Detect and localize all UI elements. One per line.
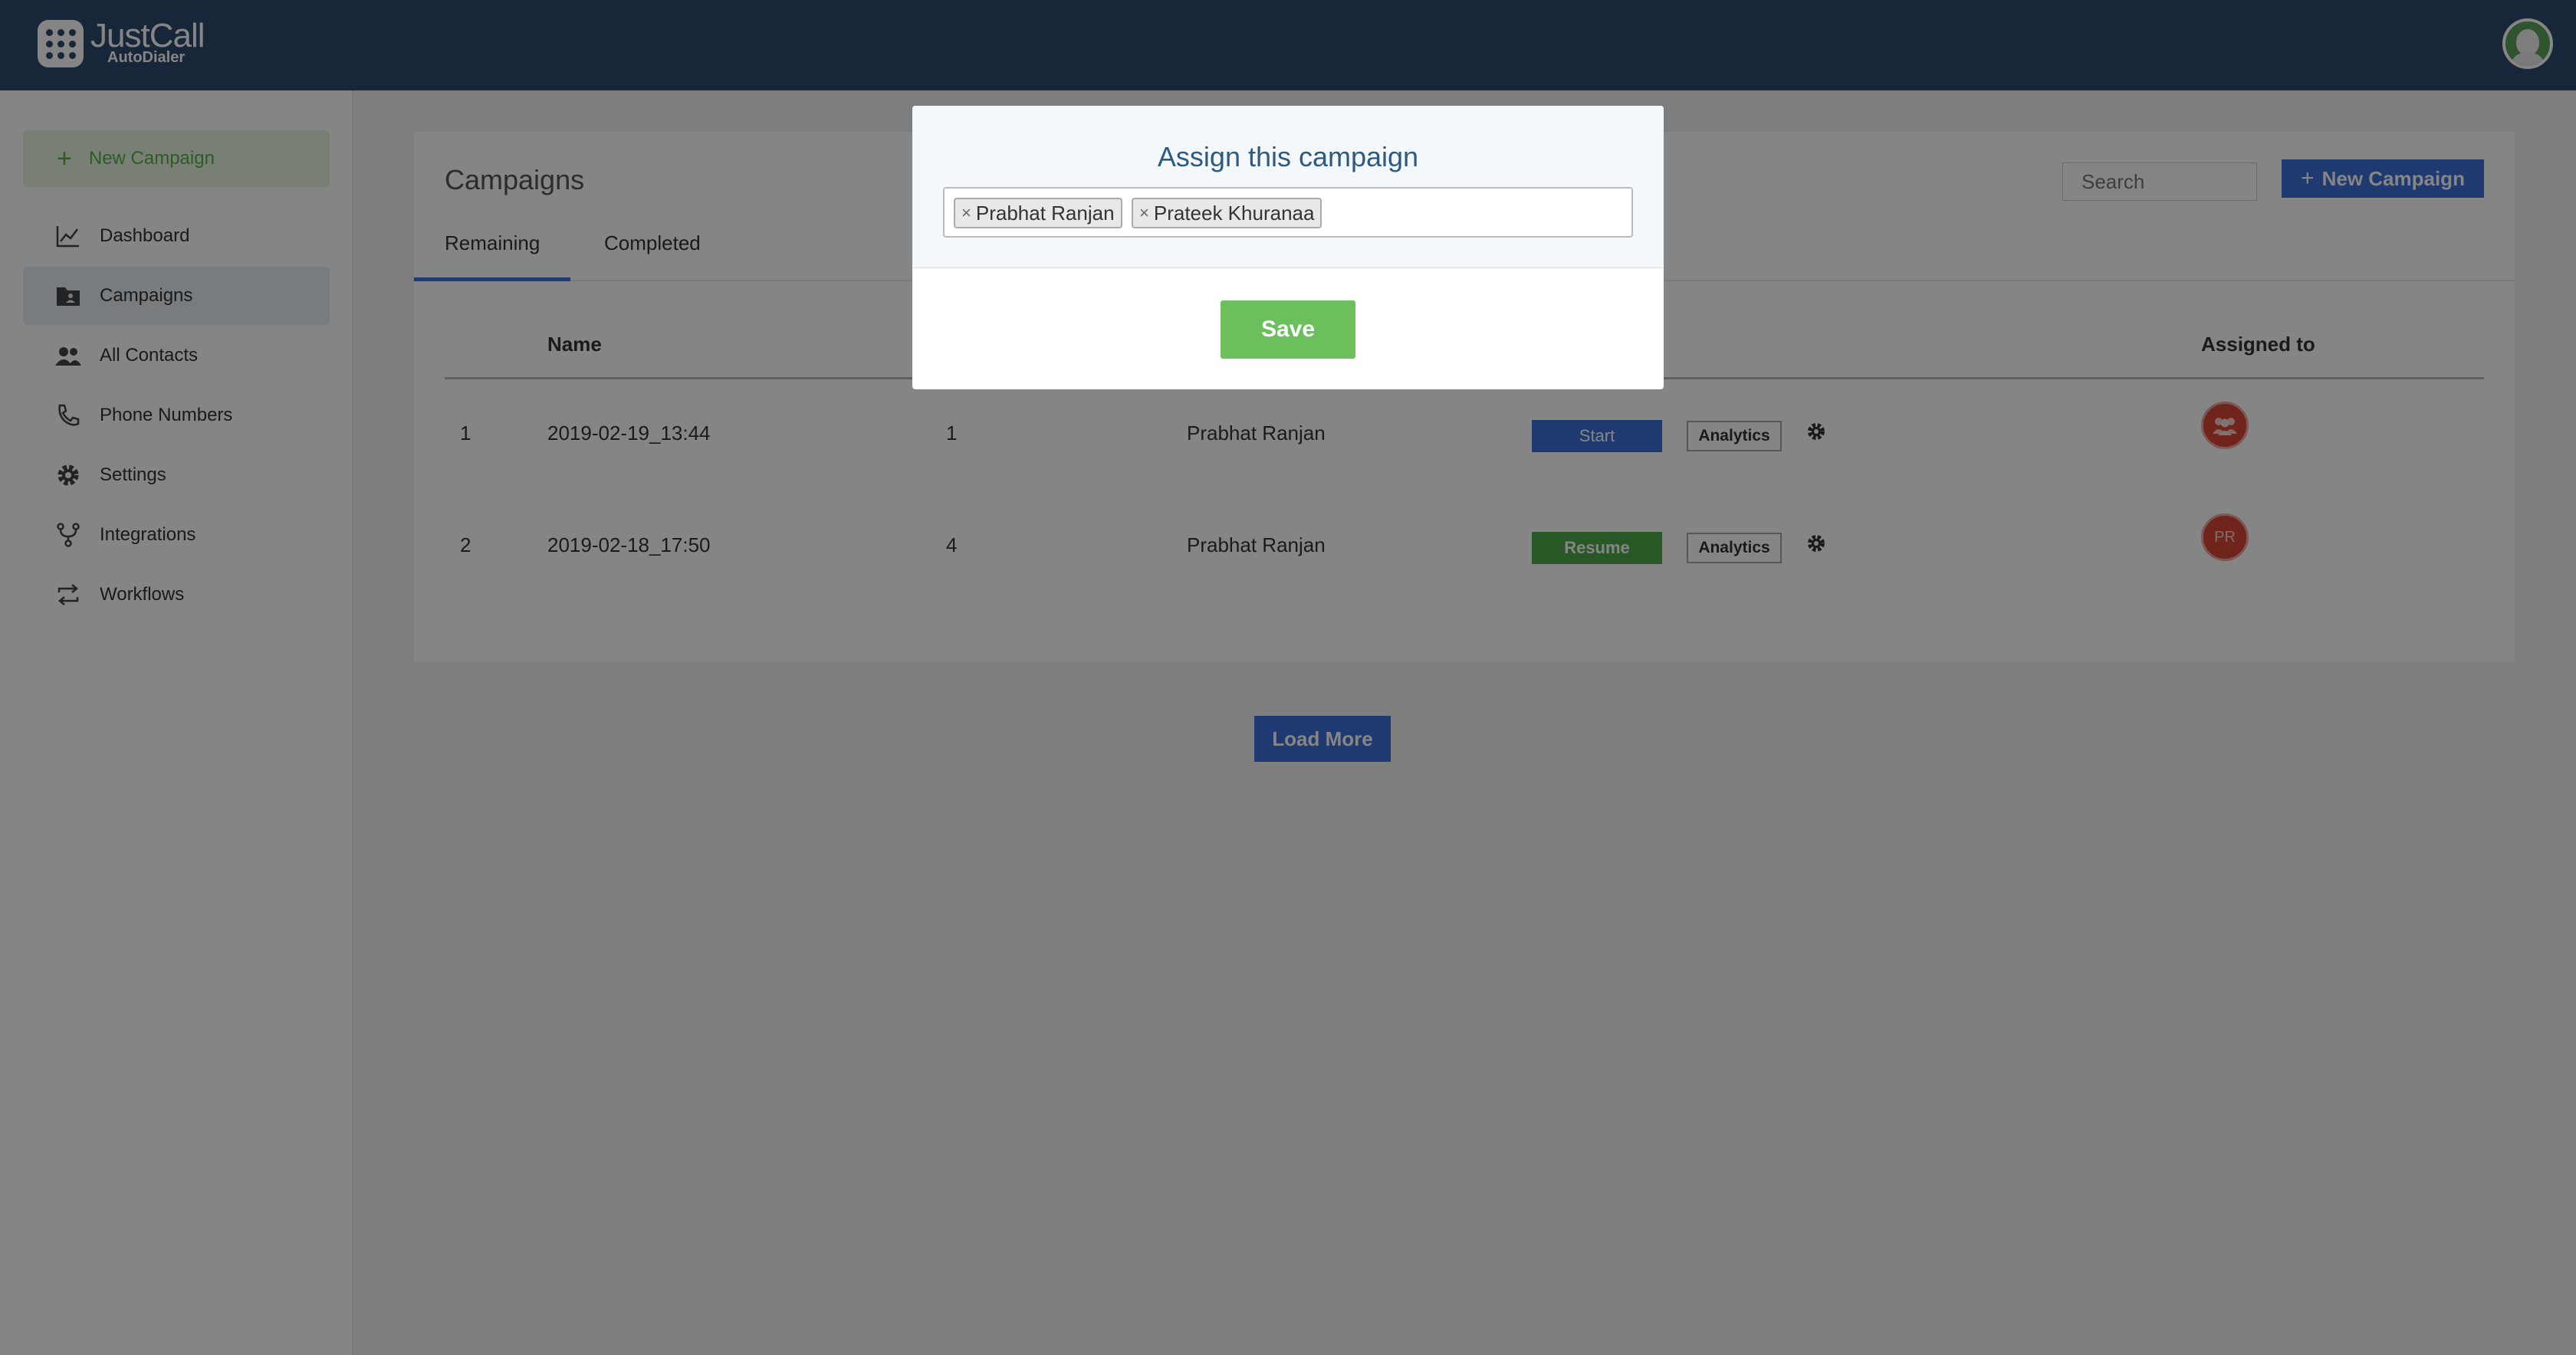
remove-tag-icon[interactable]: × — [1139, 203, 1149, 223]
assignee-tag: × Prabhat Ranjan — [954, 198, 1122, 228]
assignee-tag-label: Prabhat Ranjan — [975, 201, 1115, 225]
assignee-tag: × Prateek Khuranaa — [1132, 198, 1322, 228]
assignee-tag-label: Prateek Khuranaa — [1153, 201, 1315, 225]
assign-campaign-modal: Assign this campaign × Prabhat Ranjan × … — [912, 106, 1664, 389]
modal-header: Assign this campaign × Prabhat Ranjan × … — [912, 106, 1664, 268]
save-button[interactable]: Save — [1221, 300, 1355, 359]
modal-title: Assign this campaign — [1157, 141, 1419, 172]
remove-tag-icon[interactable]: × — [961, 203, 971, 223]
assignee-tag-input[interactable]: × Prabhat Ranjan × Prateek Khuranaa — [943, 187, 1633, 238]
